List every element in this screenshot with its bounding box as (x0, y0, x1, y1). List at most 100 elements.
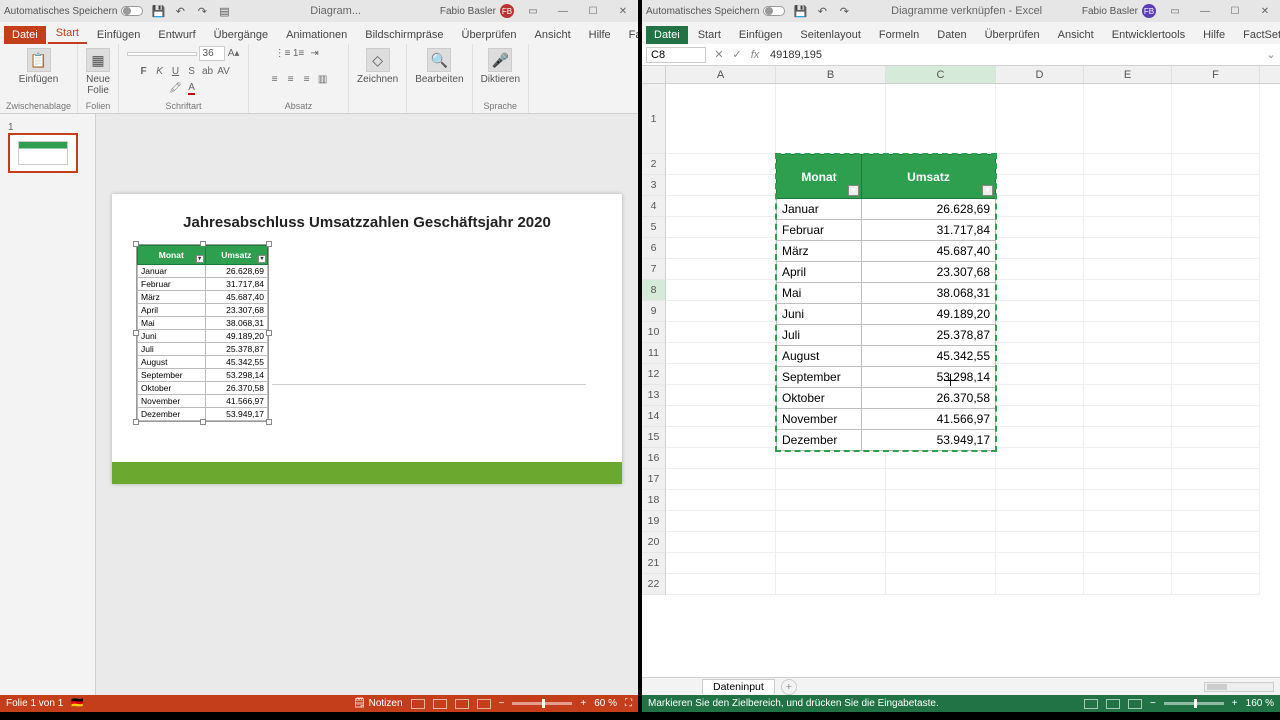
cell-umsatz[interactable]: 26.370,58 (862, 388, 996, 409)
cell-umsatz[interactable]: 25.378,87 (862, 325, 996, 346)
row-header-19[interactable]: 19 (642, 511, 666, 532)
cell[interactable] (1084, 301, 1172, 322)
font-name-dropdown[interactable] (127, 52, 197, 56)
cell-umsatz[interactable]: 53.949,17 (862, 430, 996, 451)
cell-umsatz[interactable]: 45.342,55 (862, 346, 996, 367)
tab-insert[interactable]: Einfügen (731, 26, 790, 44)
align-left-icon[interactable]: ≡ (268, 73, 282, 87)
redo-icon[interactable]: ↷ (837, 4, 851, 18)
cell-monat[interactable]: Juni (777, 304, 862, 325)
cell[interactable] (666, 343, 776, 364)
cell-umsatz[interactable]: 38.068,31 (862, 283, 996, 304)
cell[interactable] (666, 280, 776, 301)
cell[interactable] (886, 490, 996, 511)
cell-monat[interactable]: Oktober (777, 388, 862, 409)
cell[interactable] (1172, 322, 1260, 343)
cell[interactable] (996, 343, 1084, 364)
tab-slideshow[interactable]: Bildschirmpräse (357, 26, 451, 44)
cell[interactable] (1084, 280, 1172, 301)
cell[interactable] (666, 532, 776, 553)
cell[interactable] (776, 448, 886, 469)
filter-icon[interactable]: ▾ (848, 185, 859, 196)
cell[interactable] (1172, 84, 1260, 154)
cell[interactable] (776, 511, 886, 532)
row-header-13[interactable]: 13 (642, 385, 666, 406)
row-header-12[interactable]: 12 (642, 364, 666, 385)
resize-handle[interactable] (133, 330, 139, 336)
formula-input[interactable]: 49189,195 (764, 48, 1262, 62)
tab-pagelayout[interactable]: Seitenlayout (792, 26, 869, 44)
cell[interactable] (996, 385, 1084, 406)
user-account[interactable]: Fabio Basler FB (440, 4, 514, 18)
cell[interactable] (1084, 511, 1172, 532)
cell[interactable] (666, 175, 776, 196)
row-header-15[interactable]: 15 (642, 427, 666, 448)
cell[interactable] (1172, 196, 1260, 217)
cell[interactable] (666, 574, 776, 595)
cell[interactable] (886, 84, 996, 154)
row-header-3[interactable]: 3 (642, 175, 666, 196)
cell[interactable] (776, 574, 886, 595)
cell-monat[interactable]: August (777, 346, 862, 367)
cell[interactable] (1084, 196, 1172, 217)
save-icon[interactable]: 💾 (151, 4, 165, 18)
normal-view-icon[interactable] (1084, 699, 1098, 709)
fx-icon[interactable]: fx (746, 49, 764, 61)
cell-monat[interactable]: Juli (777, 325, 862, 346)
cell-umsatz[interactable]: 26.628,69 (862, 199, 996, 220)
cell[interactable] (1172, 343, 1260, 364)
cell[interactable] (996, 196, 1084, 217)
tab-review[interactable]: Überprüfen (454, 26, 525, 44)
cell[interactable] (666, 196, 776, 217)
cell[interactable] (666, 259, 776, 280)
resize-handle[interactable] (266, 330, 272, 336)
cell[interactable] (666, 469, 776, 490)
cell[interactable] (1172, 511, 1260, 532)
cell[interactable] (1172, 175, 1260, 196)
cell[interactable] (666, 301, 776, 322)
cell[interactable] (996, 448, 1084, 469)
tab-insert[interactable]: Einfügen (89, 26, 148, 44)
italic-icon[interactable]: K (153, 64, 167, 78)
resize-handle[interactable] (133, 419, 139, 425)
cell[interactable] (1084, 427, 1172, 448)
cell-monat[interactable]: Januar (777, 199, 862, 220)
autosave-toggle[interactable]: Automatisches Speichern (646, 6, 785, 17)
ribbon-mode-icon[interactable]: ▭ (522, 6, 544, 17)
tab-transitions[interactable]: Übergänge (206, 26, 276, 44)
cell[interactable] (1084, 532, 1172, 553)
cell[interactable] (776, 553, 886, 574)
cell-umsatz[interactable]: 45.687,40 (862, 241, 996, 262)
spreadsheet-grid[interactable]: 1 2 3 4 5 6 7 (642, 84, 1280, 677)
autosave-toggle[interactable]: Automatisches Speichern (4, 6, 143, 17)
row-header-20[interactable]: 20 (642, 532, 666, 553)
maximize-icon[interactable]: ☐ (1224, 6, 1246, 17)
undo-icon[interactable]: ↶ (815, 4, 829, 18)
cell[interactable] (666, 427, 776, 448)
col-header-B[interactable]: B (776, 66, 886, 83)
minimize-icon[interactable]: — (552, 6, 574, 17)
columns-icon[interactable]: ▥ (316, 73, 330, 87)
tab-view[interactable]: Ansicht (527, 26, 579, 44)
toggle-switch-icon[interactable] (121, 6, 143, 16)
cell[interactable] (1084, 469, 1172, 490)
cell[interactable] (996, 217, 1084, 238)
cell[interactable] (996, 238, 1084, 259)
tab-start[interactable]: Start (48, 24, 87, 44)
cell[interactable] (666, 511, 776, 532)
row-header-6[interactable]: 6 (642, 238, 666, 259)
cell[interactable] (1172, 154, 1260, 175)
cell[interactable] (996, 364, 1084, 385)
spacing-icon[interactable]: AV (217, 64, 231, 78)
cell[interactable] (1172, 385, 1260, 406)
row-header-18[interactable]: 18 (642, 490, 666, 511)
edit-button[interactable]: 🔍Bearbeiten (413, 46, 465, 87)
tab-start[interactable]: Start (690, 26, 729, 44)
row-header-16[interactable]: 16 (642, 448, 666, 469)
cell[interactable] (666, 364, 776, 385)
slideshow-view-icon[interactable] (477, 699, 491, 709)
cell[interactable] (886, 469, 996, 490)
row-header-9[interactable]: 9 (642, 301, 666, 322)
close-icon[interactable]: ✕ (612, 6, 634, 17)
cell[interactable] (996, 280, 1084, 301)
